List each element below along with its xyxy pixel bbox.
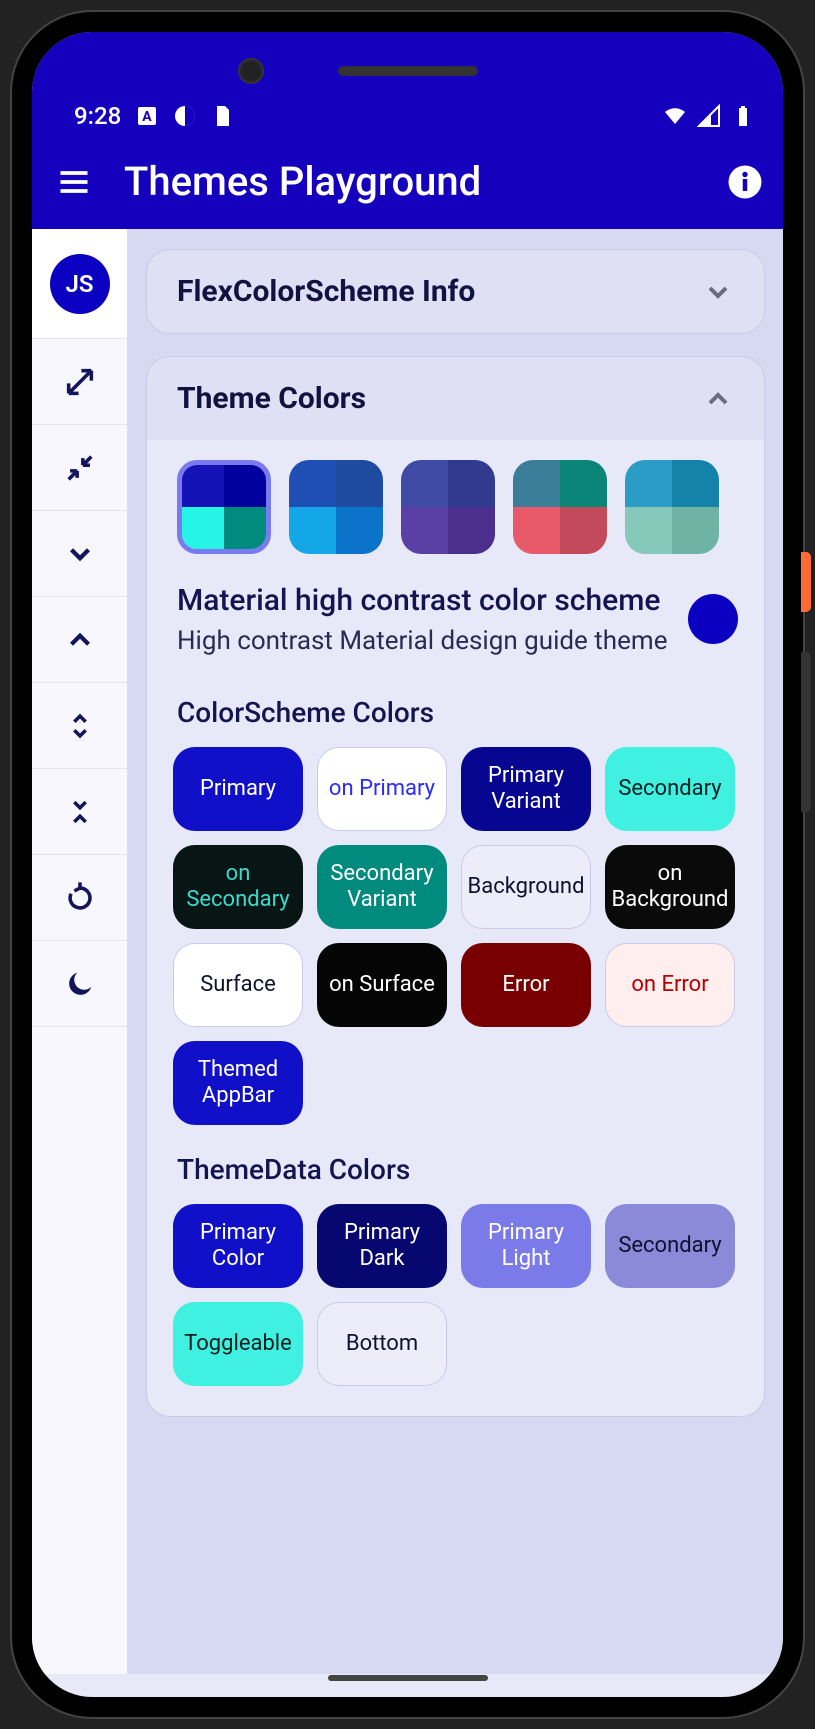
content[interactable]: FlexColorScheme Info Theme Colors Materi… — [128, 229, 783, 1674]
scheme-title: Material high contrast color scheme — [177, 582, 672, 620]
color-chip[interactable]: Surface — [173, 943, 303, 1027]
swatch-row[interactable] — [167, 460, 744, 554]
color-chip[interactable]: Background — [461, 845, 591, 929]
status-time: 9:28 — [74, 102, 121, 130]
scheme-indicator-dot[interactable] — [688, 594, 738, 644]
color-chip[interactable]: Primary Variant — [461, 747, 591, 831]
color-chip[interactable]: on Background — [605, 845, 735, 929]
rail-down[interactable] — [32, 511, 127, 597]
color-chip[interactable]: on Surface — [317, 943, 447, 1027]
reset-icon — [63, 881, 97, 915]
color-chip[interactable]: Secondary — [605, 747, 735, 831]
contrast-icon — [173, 104, 197, 128]
avatar: JS — [50, 254, 110, 314]
colorscheme-grid: Primaryon PrimaryPrimary VariantSecondar… — [167, 747, 744, 1125]
signal-icon — [697, 104, 721, 128]
colorscheme-label: ColorScheme Colors — [177, 696, 744, 729]
chevron-up-icon — [702, 383, 734, 415]
sd-card-icon — [211, 104, 235, 128]
theme-swatch[interactable] — [177, 460, 271, 554]
info-card-header[interactable]: FlexColorScheme Info — [147, 250, 764, 333]
chevron-down-icon — [702, 276, 734, 308]
theme-colors-header[interactable]: Theme Colors — [147, 357, 764, 440]
power-button — [801, 552, 811, 612]
color-chip[interactable]: Bottom — [317, 1302, 447, 1386]
rail-collapse[interactable] — [32, 425, 127, 511]
app-icon-a: A — [135, 104, 159, 128]
status-bar: 9:28 A — [32, 102, 783, 140]
rail-reset[interactable] — [32, 855, 127, 941]
collapse-diagonal-icon — [63, 451, 97, 485]
theme-swatch[interactable] — [513, 460, 607, 554]
theme-swatch[interactable] — [625, 460, 719, 554]
rail-dark-mode[interactable] — [32, 941, 127, 1027]
svg-text:A: A — [143, 109, 153, 125]
menu-icon[interactable] — [52, 164, 96, 200]
color-chip[interactable]: Primary Dark — [317, 1204, 447, 1288]
info-card-title: FlexColorScheme Info — [177, 274, 475, 309]
phone-frame: 9:28 A Themes Playground — [12, 12, 803, 1717]
theme-colors-title: Theme Colors — [177, 381, 366, 416]
info-card: FlexColorScheme Info — [146, 249, 765, 334]
volume-button — [801, 652, 811, 812]
notch — [298, 56, 518, 86]
rail-avatar[interactable]: JS — [32, 229, 127, 339]
rail-expand[interactable] — [32, 339, 127, 425]
moon-icon — [63, 967, 97, 1001]
color-chip[interactable]: Secondary Variant — [317, 845, 447, 929]
appbar-title: Themes Playground — [124, 158, 699, 205]
color-chip[interactable]: on Primary — [317, 747, 447, 831]
theme-colors-body: Material high contrast color scheme High… — [147, 440, 764, 1416]
color-chip[interactable]: Secondary — [605, 1204, 735, 1288]
navigation-rail: JS — [32, 229, 128, 1674]
color-chip[interactable]: Toggleable — [173, 1302, 303, 1386]
rail-unfold[interactable] — [32, 683, 127, 769]
themedata-grid: Primary ColorPrimary DarkPrimary LightSe… — [167, 1204, 744, 1386]
home-indicator — [328, 1675, 488, 1681]
theme-swatch[interactable] — [289, 460, 383, 554]
themedata-label: ThemeData Colors — [177, 1153, 744, 1186]
color-chip[interactable]: on Secondary — [173, 845, 303, 929]
rail-fold[interactable] — [32, 769, 127, 855]
color-chip[interactable]: Themed AppBar — [173, 1041, 303, 1125]
chevron-down-icon — [63, 537, 97, 571]
scheme-description: Material high contrast color scheme High… — [167, 582, 744, 686]
screen: 9:28 A Themes Playground — [32, 32, 783, 1697]
color-chip[interactable]: Error — [461, 943, 591, 1027]
expand-diagonal-icon — [63, 365, 97, 399]
color-chip[interactable]: on Error — [605, 943, 735, 1027]
scheme-subtitle: High contrast Material design guide them… — [177, 626, 672, 656]
info-icon[interactable] — [727, 164, 763, 200]
unfold-icon — [63, 709, 97, 743]
body: JS — [32, 229, 783, 1674]
wifi-icon — [663, 104, 687, 128]
chevron-up-icon — [63, 623, 97, 657]
battery-icon — [731, 104, 755, 128]
color-chip[interactable]: Primary Light — [461, 1204, 591, 1288]
color-chip[interactable]: Primary — [173, 747, 303, 831]
theme-swatch[interactable] — [401, 460, 495, 554]
appbar: Themes Playground — [32, 140, 783, 229]
fold-icon — [63, 795, 97, 829]
color-chip[interactable]: Primary Color — [173, 1204, 303, 1288]
rail-up[interactable] — [32, 597, 127, 683]
theme-colors-card: Theme Colors Material high contrast colo… — [146, 356, 765, 1417]
